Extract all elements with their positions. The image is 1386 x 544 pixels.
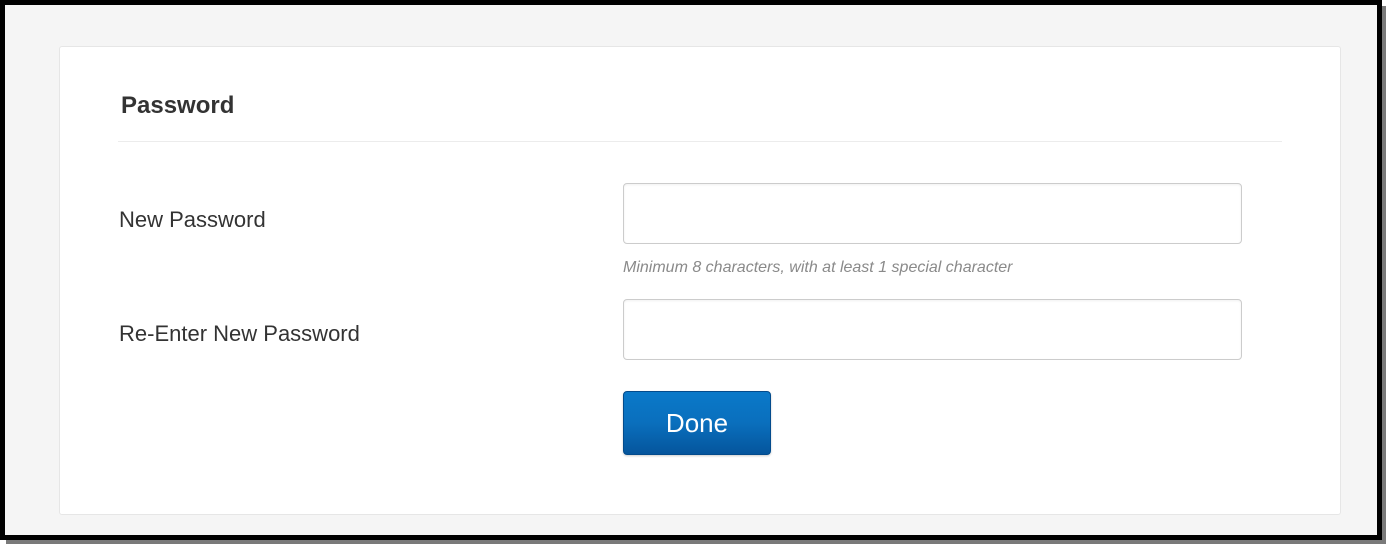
window-frame: Password New Password Minimum 8 characte… bbox=[0, 0, 1382, 540]
done-button[interactable]: Done bbox=[623, 391, 771, 455]
new-password-label: New Password bbox=[119, 207, 266, 232]
frame-shadow-right bbox=[1382, 6, 1386, 544]
password-help-text: Minimum 8 characters, with at least 1 sp… bbox=[623, 259, 1013, 276]
reenter-password-label: Re-Enter New Password bbox=[119, 321, 360, 346]
frame-shadow-bottom bbox=[6, 540, 1386, 544]
section-divider bbox=[118, 141, 1282, 142]
password-card: Password New Password Minimum 8 characte… bbox=[59, 46, 1341, 515]
reenter-password-field[interactable] bbox=[623, 299, 1242, 360]
section-title: Password bbox=[121, 92, 235, 119]
new-password-field[interactable] bbox=[623, 183, 1242, 244]
